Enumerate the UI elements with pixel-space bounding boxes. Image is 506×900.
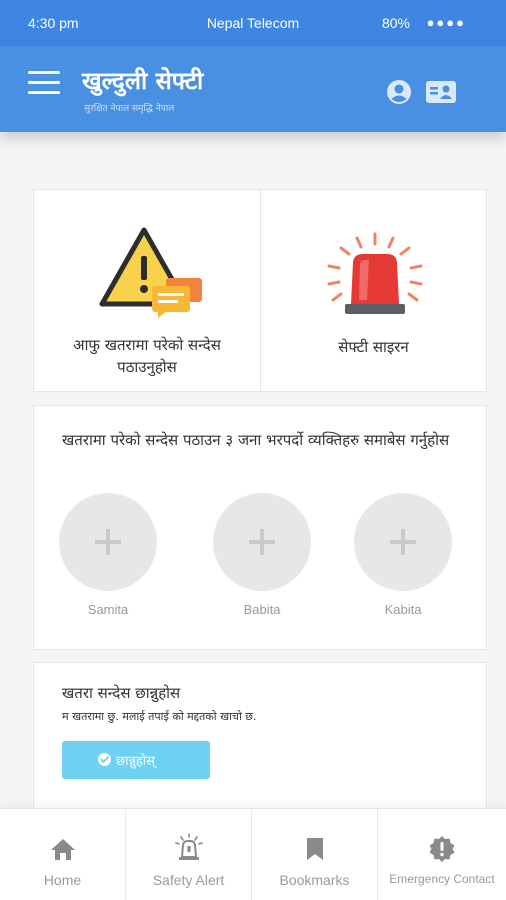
nav-emergency-contact-label: Emergency Contact [389,872,495,886]
plus-icon [95,529,121,555]
alert-message-card: खतरा सन्देस छान्नुहोस म खतरामा छु. मलाई … [33,662,487,822]
alert-message-heading: खतरा सन्देस छान्नुहोस [62,684,181,702]
nav-home-label: Home [43,872,82,888]
check-circle-icon [98,753,111,766]
bottom-nav: Home Safety Alert Bookmarks Emergency Co… [0,808,506,900]
safety-siren-label: सेफ्टी साइरन [338,338,409,356]
nav-bookmarks[interactable]: Bookmarks [252,809,378,900]
add-contact-button[interactable] [354,493,452,591]
app-bar: खुल्दुली सेफ्टी सुरक्षित नेपाल समृद्धि न… [0,46,506,132]
choose-message-label: छान्नुहोस् [116,754,155,769]
alarm-icon [174,833,203,860]
warning-message-icon [99,227,202,318]
add-contact-button[interactable] [59,493,157,591]
choose-message-button[interactable]: छान्नुहोस् [62,741,210,779]
contact-name: Babita [243,602,281,617]
status-bar: 4:30 pm Nepal Telecom 80% ●●●● [0,0,506,46]
home-icon [50,839,75,860]
contact-name: Samita [87,602,129,617]
nav-safety-alert[interactable]: Safety Alert [126,809,252,900]
signal-icon: ●●●● [426,15,466,30]
status-battery: 80% [381,15,410,31]
nav-bookmarks-label: Bookmarks [279,872,350,888]
add-contact-button[interactable] [213,493,311,591]
send-danger-message-label: आफु खतरामा परेको सन्देस पठाउनुहोस [73,336,221,376]
profile-icon[interactable] [386,79,412,105]
plus-icon [249,529,275,555]
alert-message-text: म खतरामा छु. मलाई तपाई को मद्दतको खाचो छ… [62,710,257,723]
send-danger-message-tile[interactable]: आफु खतरामा परेको सन्देस पठाउनुहोस [33,189,261,392]
nav-safety-alert-label: Safety Alert [152,872,225,888]
trusted-contacts-heading: खतरामा परेको सन्देस पठाउन ३ जना भरपर्दो … [62,431,450,449]
app-title: खुल्दुली सेफ्टी [82,67,204,95]
contact-name: Kabita [384,602,422,617]
contact-card-icon[interactable] [426,80,456,104]
bookmark-icon [306,838,323,860]
nav-home[interactable]: Home [0,809,126,900]
menu-icon[interactable] [28,71,60,95]
app-subtitle: सुरक्षित नेपाल समृद्धि नेपाल [84,104,175,114]
emergency-icon [429,836,455,862]
plus-icon [390,529,416,555]
trusted-contacts-card: खतरामा परेको सन्देस पठाउन ३ जना भरपर्दो … [33,405,487,650]
nav-emergency-contact[interactable]: Emergency Contact [378,809,506,900]
safety-siren-tile[interactable]: सेफ्टी साइरन [260,189,487,392]
siren-icon [327,232,423,314]
